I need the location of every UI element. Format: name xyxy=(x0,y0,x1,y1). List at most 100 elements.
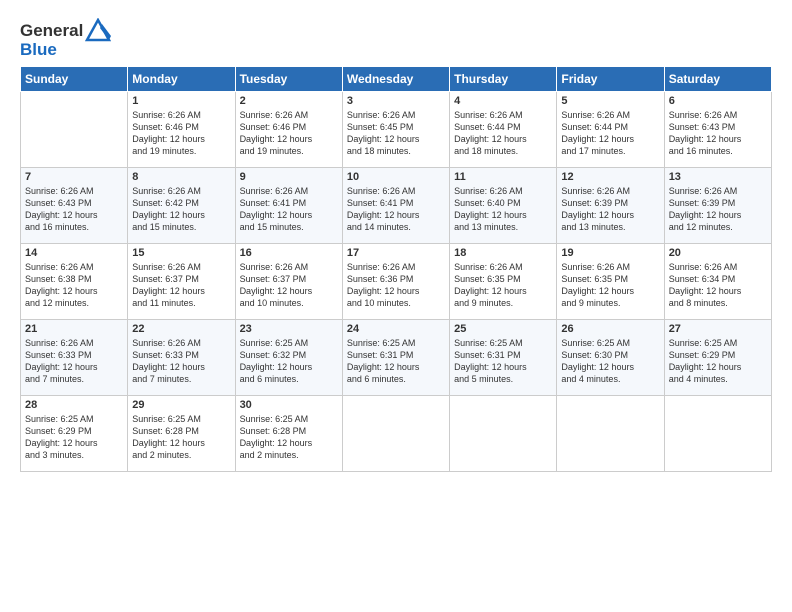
day-number: 25 xyxy=(454,323,552,335)
day-info: Sunrise: 6:26 AM Sunset: 6:45 PM Dayligh… xyxy=(347,109,445,158)
calendar-cell: 2 Sunrise: 6:26 AM Sunset: 6:46 PM Daylig… xyxy=(235,92,342,168)
calendar-cell: 26 Sunrise: 6:25 AM Sunset: 6:30 PM Dayli… xyxy=(557,320,664,396)
day-number: 4 xyxy=(454,95,552,107)
calendar-cell: 20 Sunrise: 6:26 AM Sunset: 6:34 PM Dayli… xyxy=(664,244,771,320)
day-info: Sunrise: 6:26 AM Sunset: 6:44 PM Dayligh… xyxy=(454,109,552,158)
day-info: Sunrise: 6:26 AM Sunset: 6:44 PM Dayligh… xyxy=(561,109,659,158)
calendar-cell: 21 Sunrise: 6:26 AM Sunset: 6:33 PM Dayli… xyxy=(21,320,128,396)
calendar-cell: 16Sunrise: 6:26 AM Sunset: 6:37 PM Dayli… xyxy=(235,244,342,320)
calendar-cell: 22 Sunrise: 6:26 AM Sunset: 6:33 PM Dayli… xyxy=(128,320,235,396)
day-number: 26 xyxy=(561,323,659,335)
calendar-cell: 27Sunrise: 6:25 AM Sunset: 6:29 PM Dayli… xyxy=(664,320,771,396)
day-number: 21 xyxy=(25,323,123,335)
header: General Blue xyxy=(20,18,772,60)
calendar-header-row: SundayMondayTuesdayWednesdayThursdayFrid… xyxy=(21,67,772,92)
calendar-cell: 7 Sunrise: 6:26 AM Sunset: 6:43 PM Daylig… xyxy=(21,168,128,244)
calendar-cell: 17Sunrise: 6:26 AM Sunset: 6:36 PM Dayli… xyxy=(342,244,449,320)
day-number: 8 xyxy=(132,171,230,183)
day-number: 24 xyxy=(347,323,445,335)
calendar-cell: 23Sunrise: 6:25 AM Sunset: 6:32 PM Dayli… xyxy=(235,320,342,396)
calendar-week-3: 14 Sunrise: 6:26 AM Sunset: 6:38 PM Dayli… xyxy=(21,244,772,320)
day-number: 29 xyxy=(132,399,230,411)
day-info: Sunrise: 6:25 AM Sunset: 6:30 PM Dayligh… xyxy=(561,337,659,386)
day-number: 6 xyxy=(669,95,767,107)
calendar-cell xyxy=(664,396,771,472)
day-info: Sunrise: 6:25 AM Sunset: 6:28 PM Dayligh… xyxy=(240,413,338,462)
day-number: 3 xyxy=(347,95,445,107)
logo-general: General xyxy=(20,21,83,41)
day-info: Sunrise: 6:26 AM Sunset: 6:40 PM Dayligh… xyxy=(454,185,552,234)
calendar-cell: 1 Sunrise: 6:26 AM Sunset: 6:46 PM Daylig… xyxy=(128,92,235,168)
col-header-wednesday: Wednesday xyxy=(342,67,449,92)
calendar-cell xyxy=(450,396,557,472)
calendar-cell: 29 Sunrise: 6:25 AM Sunset: 6:28 PM Dayli… xyxy=(128,396,235,472)
day-info: Sunrise: 6:26 AM Sunset: 6:46 PM Dayligh… xyxy=(240,109,338,158)
day-info: Sunrise: 6:26 AM Sunset: 6:35 PM Dayligh… xyxy=(561,261,659,310)
col-header-tuesday: Tuesday xyxy=(235,67,342,92)
col-header-monday: Monday xyxy=(128,67,235,92)
calendar-cell: 6 Sunrise: 6:26 AM Sunset: 6:43 PM Daylig… xyxy=(664,92,771,168)
calendar-cell xyxy=(557,396,664,472)
day-number: 14 xyxy=(25,247,123,259)
day-info: Sunrise: 6:26 AM Sunset: 6:38 PM Dayligh… xyxy=(25,261,123,310)
day-info: Sunrise: 6:25 AM Sunset: 6:28 PM Dayligh… xyxy=(132,413,230,462)
day-info: Sunrise: 6:26 AM Sunset: 6:33 PM Dayligh… xyxy=(132,337,230,386)
calendar-week-4: 21 Sunrise: 6:26 AM Sunset: 6:33 PM Dayli… xyxy=(21,320,772,396)
day-number: 1 xyxy=(132,95,230,107)
day-number: 10 xyxy=(347,171,445,183)
calendar-cell: 8Sunrise: 6:26 AM Sunset: 6:42 PM Daylig… xyxy=(128,168,235,244)
day-info: Sunrise: 6:26 AM Sunset: 6:46 PM Dayligh… xyxy=(132,109,230,158)
calendar-cell: 19 Sunrise: 6:26 AM Sunset: 6:35 PM Dayli… xyxy=(557,244,664,320)
day-number: 20 xyxy=(669,247,767,259)
day-info: Sunrise: 6:25 AM Sunset: 6:31 PM Dayligh… xyxy=(454,337,552,386)
logo-blue: Blue xyxy=(20,40,57,60)
col-header-sunday: Sunday xyxy=(21,67,128,92)
col-header-saturday: Saturday xyxy=(664,67,771,92)
calendar-cell: 24 Sunrise: 6:25 AM Sunset: 6:31 PM Dayli… xyxy=(342,320,449,396)
calendar-cell: 13Sunrise: 6:26 AM Sunset: 6:39 PM Dayli… xyxy=(664,168,771,244)
day-info: Sunrise: 6:25 AM Sunset: 6:29 PM Dayligh… xyxy=(25,413,123,462)
day-number: 28 xyxy=(25,399,123,411)
calendar-cell xyxy=(342,396,449,472)
day-info: Sunrise: 6:26 AM Sunset: 6:35 PM Dayligh… xyxy=(454,261,552,310)
day-number: 22 xyxy=(132,323,230,335)
calendar-cell: 3 Sunrise: 6:26 AM Sunset: 6:45 PM Daylig… xyxy=(342,92,449,168)
calendar-week-5: 28 Sunrise: 6:25 AM Sunset: 6:29 PM Dayli… xyxy=(21,396,772,472)
calendar-cell: 5 Sunrise: 6:26 AM Sunset: 6:44 PM Daylig… xyxy=(557,92,664,168)
calendar-cell: 28 Sunrise: 6:25 AM Sunset: 6:29 PM Dayli… xyxy=(21,396,128,472)
day-number: 15 xyxy=(132,247,230,259)
calendar-week-2: 7 Sunrise: 6:26 AM Sunset: 6:43 PM Daylig… xyxy=(21,168,772,244)
day-number: 19 xyxy=(561,247,659,259)
calendar-cell: 18Sunrise: 6:26 AM Sunset: 6:35 PM Dayli… xyxy=(450,244,557,320)
calendar-cell: 30Sunrise: 6:25 AM Sunset: 6:28 PM Dayli… xyxy=(235,396,342,472)
day-info: Sunrise: 6:26 AM Sunset: 6:33 PM Dayligh… xyxy=(25,337,123,386)
calendar-cell: 15Sunrise: 6:26 AM Sunset: 6:37 PM Dayli… xyxy=(128,244,235,320)
day-info: Sunrise: 6:26 AM Sunset: 6:39 PM Dayligh… xyxy=(561,185,659,234)
calendar-week-1: 1 Sunrise: 6:26 AM Sunset: 6:46 PM Daylig… xyxy=(21,92,772,168)
day-info: Sunrise: 6:26 AM Sunset: 6:43 PM Dayligh… xyxy=(669,109,767,158)
calendar-cell xyxy=(21,92,128,168)
day-info: Sunrise: 6:26 AM Sunset: 6:34 PM Dayligh… xyxy=(669,261,767,310)
day-info: Sunrise: 6:25 AM Sunset: 6:31 PM Dayligh… xyxy=(347,337,445,386)
day-number: 13 xyxy=(669,171,767,183)
day-number: 12 xyxy=(561,171,659,183)
day-number: 7 xyxy=(25,171,123,183)
day-info: Sunrise: 6:26 AM Sunset: 6:41 PM Dayligh… xyxy=(240,185,338,234)
day-number: 5 xyxy=(561,95,659,107)
day-number: 2 xyxy=(240,95,338,107)
col-header-thursday: Thursday xyxy=(450,67,557,92)
calendar-cell: 10 Sunrise: 6:26 AM Sunset: 6:41 PM Dayli… xyxy=(342,168,449,244)
day-number: 16 xyxy=(240,247,338,259)
col-header-friday: Friday xyxy=(557,67,664,92)
calendar-cell: 4 Sunrise: 6:26 AM Sunset: 6:44 PM Daylig… xyxy=(450,92,557,168)
day-number: 11 xyxy=(454,171,552,183)
day-info: Sunrise: 6:26 AM Sunset: 6:43 PM Dayligh… xyxy=(25,185,123,234)
calendar-cell: 14 Sunrise: 6:26 AM Sunset: 6:38 PM Dayli… xyxy=(21,244,128,320)
logo-icon xyxy=(85,18,111,44)
day-info: Sunrise: 6:25 AM Sunset: 6:29 PM Dayligh… xyxy=(669,337,767,386)
day-info: Sunrise: 6:25 AM Sunset: 6:32 PM Dayligh… xyxy=(240,337,338,386)
page: General Blue SundayMondayTuesdayWednesda… xyxy=(0,0,792,612)
calendar-table: SundayMondayTuesdayWednesdayThursdayFrid… xyxy=(20,66,772,472)
day-info: Sunrise: 6:26 AM Sunset: 6:41 PM Dayligh… xyxy=(347,185,445,234)
calendar-cell: 9Sunrise: 6:26 AM Sunset: 6:41 PM Daylig… xyxy=(235,168,342,244)
